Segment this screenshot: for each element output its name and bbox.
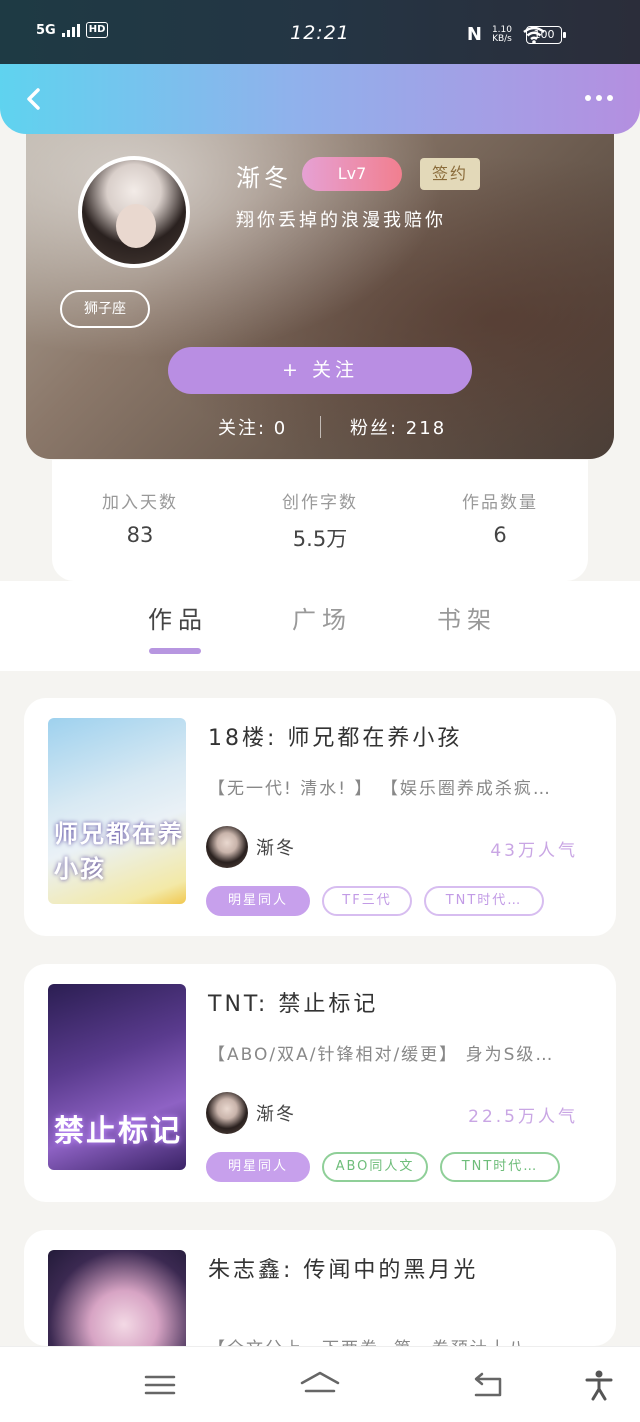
book-description: 【ABO/双A/针锋相对/缓更】 身为S级… xyxy=(208,1045,555,1065)
accessibility-icon[interactable] xyxy=(584,1369,614,1401)
more-dots-icon[interactable] xyxy=(582,86,616,110)
book-card[interactable]: 朱志鑫: 传闻中的黑月光 【全文分上、下两卷, 第一卷预计十八… xyxy=(24,1230,616,1346)
profile-header: 渐冬 Lv7 签约 翔你丢掉的浪漫我赔你 狮子座 + 关注 关注: 0 粉丝: … xyxy=(26,110,614,459)
top-nav-bar xyxy=(0,64,640,134)
book-title[interactable]: TNT: 禁止标记 xyxy=(208,986,378,1018)
cover-title: 师兄都在养小孩 xyxy=(54,820,184,883)
cover-title: 禁止标记 xyxy=(54,1114,182,1149)
stat-value: 6 xyxy=(493,523,507,547)
tab-works[interactable]: 作品 xyxy=(148,600,208,635)
tag[interactable]: 明星同人 xyxy=(206,1152,310,1182)
author-name: 渐冬 xyxy=(256,838,296,859)
battery-icon: 100 xyxy=(526,26,566,44)
tag[interactable]: ABO同人文 xyxy=(322,1152,428,1182)
stat-word-count: 创作字数 5.5万 xyxy=(250,488,390,553)
popularity: 22.5万人气 xyxy=(468,1107,578,1127)
stat-label: 作品数量 xyxy=(462,493,538,513)
stats-card: 加入天数 83 创作字数 5.5万 作品数量 6 xyxy=(52,460,588,581)
username: 渐冬 xyxy=(236,164,292,192)
bio: 翔你丢掉的浪漫我赔你 xyxy=(236,210,446,231)
tab-bookshelf[interactable]: 书架 xyxy=(437,600,497,635)
stat-works-count: 作品数量 6 xyxy=(430,488,570,547)
author-avatar xyxy=(206,826,248,868)
popularity: 43万人气 xyxy=(490,841,578,861)
book-card[interactable]: 禁止标记 TNT: 禁止标记 【ABO/双A/针锋相对/缓更】 身为S级… 渐冬… xyxy=(24,964,616,1202)
level-badge: Lv7 xyxy=(302,157,402,191)
tab-square[interactable]: 广场 xyxy=(292,600,352,635)
chevron-left-icon[interactable] xyxy=(22,82,46,116)
stat-join-days: 加入天数 83 xyxy=(70,488,210,547)
stat-label: 加入天数 xyxy=(102,493,178,513)
stat-value: 5.5万 xyxy=(292,527,348,551)
zodiac-tag: 狮子座 xyxy=(60,290,150,328)
follow-button[interactable]: + 关注 xyxy=(168,347,472,394)
author-name: 渐冬 xyxy=(256,1104,296,1125)
book-description: 【无一代! 清水! 】 【娱乐圈养成杀疯… xyxy=(208,779,552,799)
nfc-icon: N xyxy=(466,24,482,45)
book-cover[interactable] xyxy=(48,1250,186,1346)
book-title[interactable]: 18楼: 师兄都在养小孩 xyxy=(208,720,462,752)
book-title[interactable]: 朱志鑫: 传闻中的黑月光 xyxy=(208,1252,478,1284)
book-card[interactable]: 师兄都在养小孩 18楼: 师兄都在养小孩 【无一代! 清水! 】 【娱乐圈养成杀… xyxy=(24,698,616,936)
avatar[interactable] xyxy=(78,156,190,268)
book-description: 【全文分上、下两卷, 第一卷预计十八… xyxy=(208,1334,600,1346)
home-icon[interactable] xyxy=(298,1369,342,1401)
stat-label: 创作字数 xyxy=(282,493,358,513)
book-cover[interactable]: 师兄都在养小孩 xyxy=(48,718,186,904)
author-avatar xyxy=(206,1092,248,1134)
following-count[interactable]: 关注: 0 xyxy=(218,414,287,440)
system-nav-bar xyxy=(0,1346,640,1422)
status-bar: 5G HD 12:21 N 1.10 KB/s 100 xyxy=(0,0,640,64)
stat-value: 83 xyxy=(126,523,154,547)
tag[interactable]: TNT时代… xyxy=(424,886,544,916)
fans-count[interactable]: 粉丝: 218 xyxy=(350,414,446,440)
tag[interactable]: TNT时代… xyxy=(440,1152,560,1182)
signed-badge: 签约 xyxy=(420,158,480,190)
menu-icon[interactable] xyxy=(144,1369,176,1401)
tab-indicator xyxy=(149,648,201,654)
tag[interactable]: 明星同人 xyxy=(206,886,310,916)
tag[interactable]: TF三代 xyxy=(322,886,412,916)
speed-unit: KB/s xyxy=(492,33,512,44)
divider xyxy=(320,416,321,438)
book-cover[interactable]: 禁止标记 xyxy=(48,984,186,1170)
back-arrow-icon[interactable] xyxy=(470,1369,504,1401)
network-speed: 1.10 KB/s xyxy=(492,25,512,44)
